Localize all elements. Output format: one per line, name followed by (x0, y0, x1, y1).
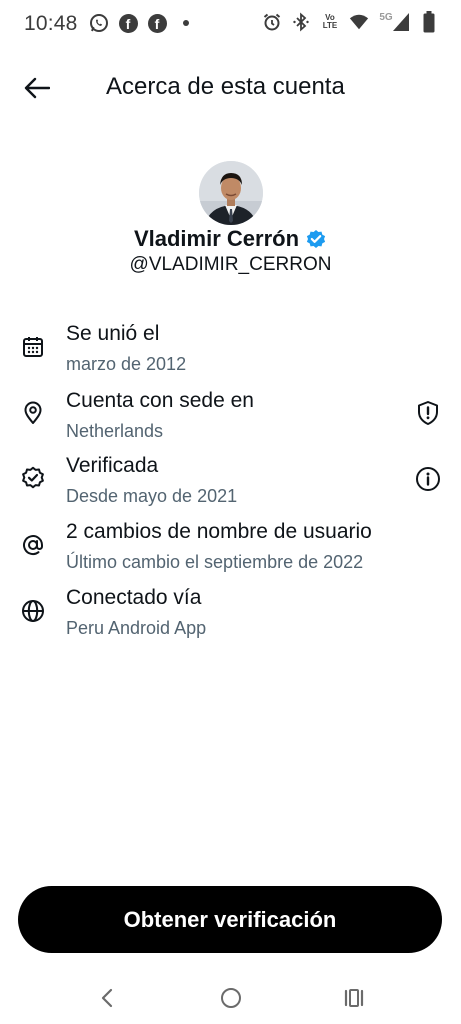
info-title: Verificada (66, 454, 159, 477)
location-pin-icon (20, 400, 46, 426)
verified-badge-icon (20, 465, 46, 491)
home-nav-icon[interactable] (216, 983, 246, 1013)
get-verified-button[interactable]: Obtener verificación (18, 886, 442, 953)
at-sign-icon (20, 532, 46, 558)
back-nav-icon[interactable] (92, 983, 122, 1013)
volte-label-bottom: LTE (322, 21, 338, 30)
profile-name-row: Vladimir Cerrón (0, 226, 461, 252)
profile-name: Vladimir Cerrón (133, 226, 300, 251)
avatar-photo (199, 161, 263, 225)
info-title: Cuenta con sede en (66, 389, 254, 412)
profile-handle: @VLADIMIR_CERRON (129, 254, 332, 275)
verified-check-icon (306, 230, 326, 248)
info-subtitle: Desde mayo de 2021 (66, 486, 238, 506)
bluetooth-icon (291, 12, 311, 32)
volte-icon: Vo LTE (320, 12, 340, 32)
avatar[interactable] (199, 161, 263, 225)
info-item-location: Cuenta con sede en Netherlands (0, 389, 461, 449)
recents-nav-icon[interactable] (339, 983, 369, 1013)
info-icon[interactable] (414, 465, 442, 493)
info-item-joined: Se unió el marzo de 2012 (0, 322, 461, 382)
info-title: Conectado vía (66, 586, 202, 609)
arrow-left-icon (24, 77, 50, 99)
facebook-icon: f (118, 13, 138, 33)
battery-icon (419, 11, 439, 33)
whatsapp-icon (89, 13, 109, 33)
shield-alert-icon[interactable] (414, 399, 442, 427)
info-subtitle: marzo de 2012 (66, 354, 187, 374)
back-button[interactable] (22, 73, 52, 103)
app-header: Acerca de esta cuenta (0, 62, 461, 112)
signal-icon: 5G (378, 12, 410, 32)
alarm-icon (262, 12, 282, 32)
network-type-label: 5G (379, 11, 393, 23)
calendar-icon (20, 334, 46, 360)
globe-icon (20, 598, 46, 624)
info-title: 2 cambios de nombre de usuario (66, 520, 372, 543)
info-title: Se unió el (66, 322, 160, 345)
page-title: Acerca de esta cuenta (106, 73, 345, 100)
wifi-icon (349, 12, 369, 32)
system-nav-bar (0, 975, 461, 1020)
notification-dot (176, 13, 196, 33)
info-item-connected-via: Conectado vía Peru Android App (0, 586, 461, 646)
status-bar: 10:48 f f Vo LTE 5G (0, 0, 461, 50)
info-item-username-changes: 2 cambios de nombre de usuario Último ca… (0, 520, 461, 580)
info-subtitle: Peru Android App (66, 618, 207, 638)
system-icons: Vo LTE 5G (262, 11, 439, 33)
info-item-verified: Verificada Desde mayo de 2021 (0, 454, 461, 514)
info-subtitle: Último cambio el septiembre de 2022 (66, 552, 364, 572)
facebook-icon: f (147, 13, 167, 33)
notification-icons: f f (89, 13, 196, 33)
info-subtitle: Netherlands (66, 421, 164, 441)
status-time: 10:48 (24, 12, 78, 35)
